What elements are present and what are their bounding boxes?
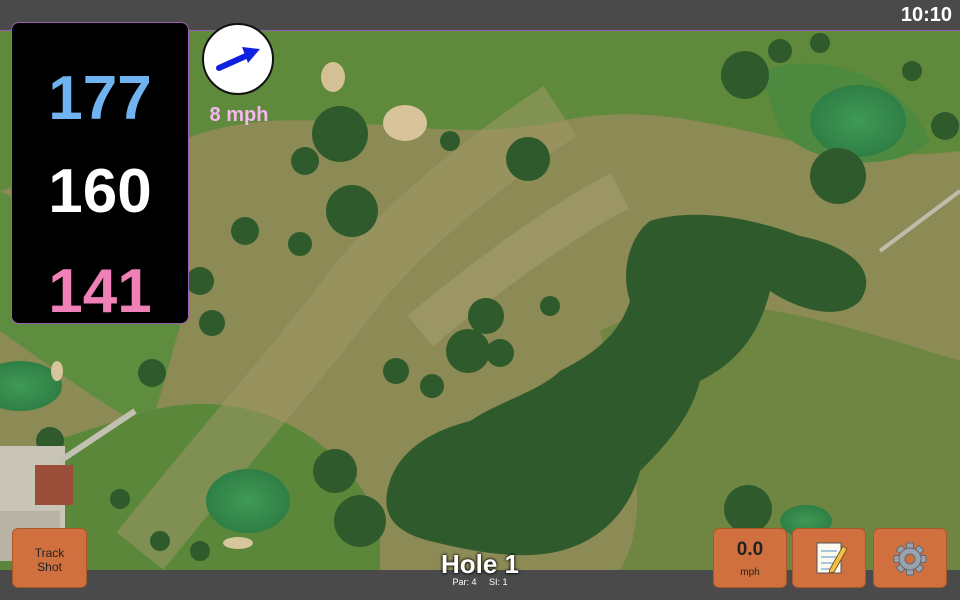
- hole-par: Par: 4: [452, 577, 477, 587]
- hole-meta: Par: 4 SI: 1: [380, 577, 580, 587]
- settings-button[interactable]: [873, 528, 947, 588]
- track-shot-label: Track Shot: [34, 546, 65, 574]
- wind-speed-button[interactable]: 0.0 mph: [713, 528, 787, 588]
- hole-title: Hole 1: [440, 549, 520, 579]
- front-distance: 141: [48, 257, 152, 326]
- wind-speed-unit: mph: [740, 567, 760, 578]
- notepad-icon: [816, 542, 848, 574]
- arrow-up-right-icon: [216, 47, 260, 71]
- notes-button[interactable]: [792, 528, 866, 588]
- back-distance: 177: [48, 64, 152, 133]
- wind-speed-value: 0.0: [736, 539, 764, 560]
- clock: 10:10: [900, 4, 952, 26]
- gear-icon: [893, 542, 927, 576]
- wind-direction-dial: [202, 23, 274, 95]
- distance-panel: 177 160 141: [11, 22, 189, 324]
- wind-speed-label: 8 mph: [209, 104, 269, 126]
- track-shot-button[interactable]: Track Shot: [12, 528, 87, 588]
- hole-stroke-index: SI: 1: [489, 577, 508, 587]
- middle-distance: 160: [48, 157, 152, 226]
